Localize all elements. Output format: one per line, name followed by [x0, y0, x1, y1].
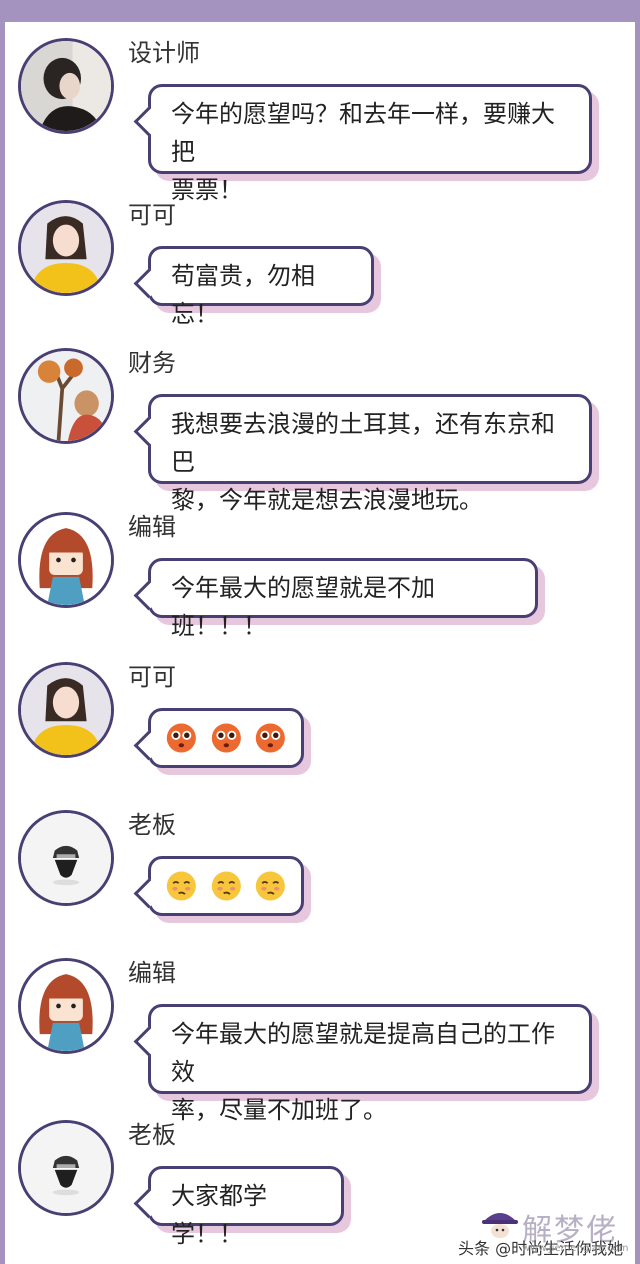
cartoon-girl-red-hair-icon[interactable]	[18, 512, 114, 608]
message-text-line: 苟富贵，勿相忘！	[171, 262, 315, 328]
photo-woman-yellow-sweater-icon[interactable]	[18, 200, 114, 296]
sender-name: 老板	[128, 811, 176, 839]
blushing-face-icon	[166, 723, 196, 753]
message-text-line: 率，尽量不加班了。	[171, 1096, 387, 1124]
smirking-face-icon	[256, 871, 286, 901]
left-frame-border	[0, 22, 5, 1264]
message-bubble: 今年的愿望吗？和去年一样，要赚大把 票票！	[148, 84, 592, 204]
sender-name: 可可	[128, 663, 176, 691]
message-bubble: 今年最大的愿望就是不加班！！！	[148, 558, 538, 640]
message-bubble: 今年最大的愿望就是提高自己的工作效 率，尽量不加班了。	[148, 1004, 592, 1124]
sender-name: 老板	[128, 1121, 176, 1149]
message-text-line: 大家都学学！！	[171, 1182, 267, 1248]
message-text-line: 我想要去浪漫的土耳其，还有东京和巴	[171, 410, 555, 476]
masked-man-icon[interactable]	[18, 1120, 114, 1216]
message-bubble	[148, 708, 304, 768]
photo-woman-yellow-sweater-icon[interactable]	[18, 662, 114, 758]
message-text-line: 今年最大的愿望就是不加班！！！	[171, 574, 435, 640]
blushing-face-icon	[211, 723, 241, 753]
sender-name: 财务	[128, 349, 176, 377]
message-bubble: 苟富贵，勿相忘！	[148, 246, 374, 328]
sender-name: 编辑	[128, 513, 176, 541]
cartoon-girl-red-hair-icon[interactable]	[18, 958, 114, 1054]
message-text-line: 票票！	[171, 176, 243, 204]
fortune-teller-logo-icon	[482, 1213, 518, 1238]
right-frame-border	[635, 22, 640, 1264]
message-text-line: 黎，今年就是想去浪漫地玩。	[171, 486, 483, 514]
blushing-face-icon	[256, 723, 286, 753]
photo-woman-autumn-tree-icon[interactable]	[18, 348, 114, 444]
message-text-line: 今年的愿望吗？和去年一样，要赚大把	[171, 100, 555, 166]
message-bubble	[148, 856, 304, 916]
message-bubble: 我想要去浪漫的土耳其，还有东京和巴 黎，今年就是想去浪漫地玩。	[148, 394, 592, 514]
sender-name: 设计师	[128, 39, 200, 67]
watermark-url: www.jiemenglao.com	[522, 1243, 629, 1254]
watermark: 解梦佬 头条 @时尚生活你我她 www.jiemenglao.com	[458, 1205, 638, 1261]
message-bubble: 大家都学学！！	[148, 1166, 344, 1248]
smirking-face-icon	[211, 871, 241, 901]
masked-man-icon[interactable]	[18, 810, 114, 906]
top-frame-bar	[0, 0, 640, 22]
smirking-face-icon	[166, 871, 196, 901]
sender-name: 可可	[128, 201, 176, 229]
sender-name: 编辑	[128, 959, 176, 987]
message-text-line: 今年最大的愿望就是提高自己的工作效	[171, 1020, 555, 1086]
photo-woman-dark-hair-icon[interactable]	[18, 38, 114, 134]
